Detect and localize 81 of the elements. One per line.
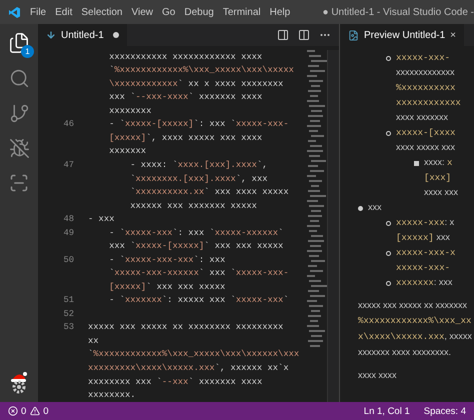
preview-text: xxxxx-[xxxx xyxy=(396,127,456,140)
code-line: xx xyxy=(88,336,99,346)
preview-text: %xxxxxxxxxx xyxy=(396,82,456,95)
preview-text: xxxxx-xxx- xyxy=(396,262,452,275)
menu-item[interactable]: Edit xyxy=(55,6,72,18)
notification-badge: 1 xyxy=(21,45,34,58)
cursor-position[interactable]: Ln 1, Col 1 xyxy=(364,406,410,416)
code-line: - `xxxxx-xxx-xxx`: xxx xyxy=(108,254,226,265)
line-number: 48 xyxy=(62,214,74,224)
preview-text: [xxx] xyxy=(424,172,452,185)
code-line: xxxxxx xxx xxxxxxx xxxxx xyxy=(129,200,257,211)
minimap-drawing[interactable] xyxy=(307,50,327,350)
markdown-file-icon xyxy=(46,30,56,40)
scrollbar[interactable] xyxy=(327,50,339,402)
editor-tab[interactable]: Untitled-1 xyxy=(38,24,127,46)
menu-item[interactable]: Selection xyxy=(81,6,122,18)
code-line: xxxxxxx xyxy=(108,146,146,156)
split-editor-icon[interactable] xyxy=(298,29,310,41)
code-line: xxxxxxxx xyxy=(108,106,152,116)
warnings-indicator[interactable]: 0 xyxy=(30,406,49,416)
line-number: 49 xyxy=(62,228,74,238)
line-number: 50 xyxy=(62,254,74,265)
line-number: 53 xyxy=(62,322,74,332)
close-icon[interactable]: × xyxy=(450,30,456,40)
preview-text: xxx xyxy=(368,201,382,214)
code-line: `%xxxxxxxxxxxx%\xxx_xxxxx\xxx\xxxxxx\xxx xyxy=(88,349,300,360)
preview-text: [xxxxx] xxx xyxy=(396,231,451,245)
code-line: `%xxxxxxxxxxxx%\xxx_xxxxx\xxx\xxxxx xyxy=(108,65,294,76)
code-line: `xxxxxxxxxx.xx` xxx xxxx xxxxx xyxy=(129,187,289,198)
line-number: 52 xyxy=(62,308,74,319)
preview-text: xxxxx-xxx-x xyxy=(396,247,456,260)
code-line: xxxxxxxx xxx `--xxx` xxxxxxx xxxx xyxy=(88,376,262,387)
code-line: xxxxxxxx. xyxy=(88,390,136,400)
menu-item[interactable]: Terminal xyxy=(222,6,261,18)
code-line: - xxx xyxy=(88,214,114,224)
preview-icon xyxy=(348,30,359,40)
code-line: xxxxxxxxx\xxxx\xxxxx.xxx`, xxxxxx xx`x xyxy=(88,362,289,373)
menu-item[interactable]: File xyxy=(30,6,46,18)
code-line: \xxxxxxxxxxxx` xx x xxxx xxxxxxxx xyxy=(108,78,284,89)
preview-tab[interactable]: Preview Untitled-1 × xyxy=(340,24,464,46)
preview-paragraph: xxxx xxxx xyxy=(358,369,398,382)
preview-text: xxxxx-xxx: x xyxy=(396,216,456,230)
app-logo-icon xyxy=(8,6,21,18)
open-preview-icon[interactable] xyxy=(277,29,289,41)
preview-text: xxxx xxx xyxy=(424,186,460,199)
code-line: - `xxxxx-xxx`: xxx `xxxxx-xxxxxx` xyxy=(108,228,284,238)
errors-indicator[interactable]: 0 xyxy=(8,406,26,416)
menu-item[interactable]: Go xyxy=(162,6,176,18)
indentation-setting[interactable]: Spaces: 4 xyxy=(424,406,466,416)
code-line: [xxxxx]` xxx xxx xxxxx xyxy=(108,282,226,292)
line-number: 46 xyxy=(62,119,74,130)
code-line: `xxxxx-xxx-xxxxxx` xxx `xxxxx-xxx- xyxy=(108,268,289,278)
code-line: [xxxxx]`, xxxx xxxxx xxx xxxx xyxy=(108,132,262,143)
preview-text: xxxx xxxxx xxx xyxy=(396,141,456,154)
files-icon[interactable] xyxy=(8,32,30,54)
menu-item[interactable]: Help xyxy=(270,6,290,18)
preview-text: xxxx: x xyxy=(424,156,454,170)
code-line: - `xxxxx-[xxxxx]`: xxx `xxxxx-xxx- xyxy=(108,119,289,130)
code-line: `xxxxxxxx.[xxx].xxxx`, xxx xyxy=(129,174,268,184)
menu-item[interactable]: View xyxy=(132,6,153,18)
code-line: xxxxxxxxxxx xxxxxxxxxxxx xxxx xyxy=(108,52,262,62)
source-control-icon[interactable] xyxy=(8,103,30,124)
code-line: xxxxx xxx xxxxx xx xxxxxxxx xxxxxxxxx xyxy=(88,322,284,332)
preview-text: xxxxxxxxxxxxx xyxy=(396,66,456,79)
code-line: xxx `xxxxx-[xxxxx]` xxx xxx xxxxx xyxy=(108,241,284,252)
gear-with-hat-icon[interactable] xyxy=(8,370,30,394)
menu-item[interactable]: Debug xyxy=(184,6,214,18)
code-line: xxx `--xxx-xxxx` xxxxxxx xxxx xyxy=(108,92,262,102)
line-number: 47 xyxy=(62,160,74,170)
code-line: - `xxxxxxx`: xxxxx xxx `xxxxx-xxx` xyxy=(108,295,289,306)
preview-paragraph: xxxxx xxx xxxxx xx xxxxxxx %xxxxxxxxxxxx%\xxx_xx x\xxxx\xxxxx.xxx, xxxxx xxxxxxx xxxx xxxxxxxx. xyxy=(358,299,473,359)
line-number: 51 xyxy=(62,295,74,306)
search-icon[interactable] xyxy=(8,68,30,89)
debug-icon[interactable] xyxy=(8,138,30,159)
extensions-icon[interactable] xyxy=(9,173,29,193)
preview-text: xxxxxxxxxxxx xyxy=(396,97,462,110)
preview-text: xxxxx-xxx- xyxy=(396,52,452,65)
window-title: ● Untitled-1 - Visual Studio Code - xyxy=(322,6,474,18)
code-line: - xxxx: `xxxx.[xxx].xxxx`, xyxy=(129,160,268,170)
preview-text: xxxx xxxxxxx xyxy=(396,111,450,124)
preview-text: xxxxxxx: xxx xyxy=(396,276,454,290)
